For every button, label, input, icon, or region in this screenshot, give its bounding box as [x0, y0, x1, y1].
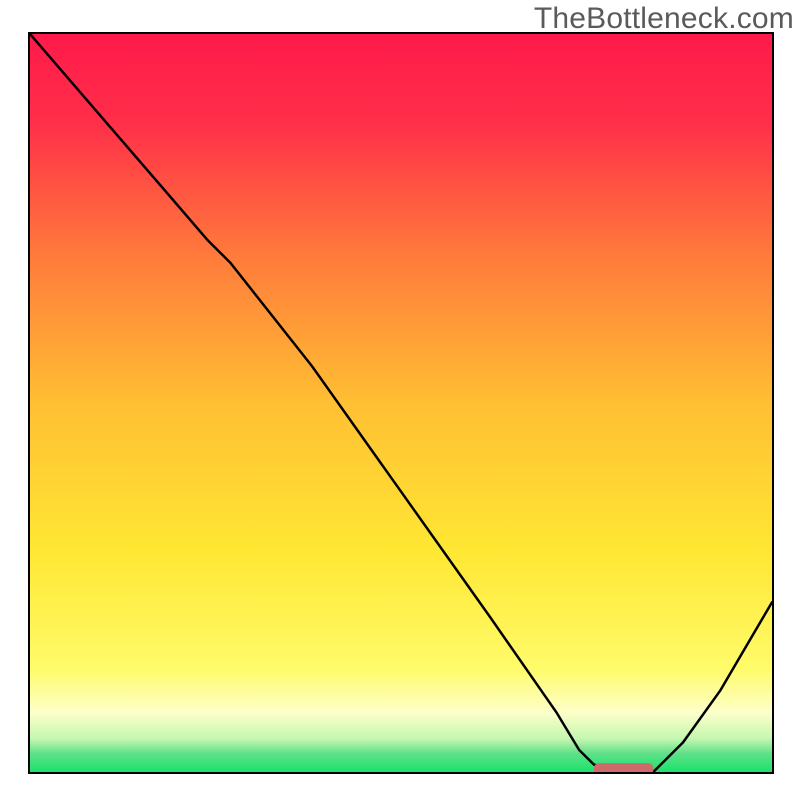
bottleneck-chart: [30, 34, 772, 772]
gradient-background: [30, 34, 772, 772]
chart-container: TheBottleneck.com: [0, 0, 800, 800]
watermark-text: TheBottleneck.com: [534, 2, 794, 36]
optimal-marker: [594, 763, 653, 772]
